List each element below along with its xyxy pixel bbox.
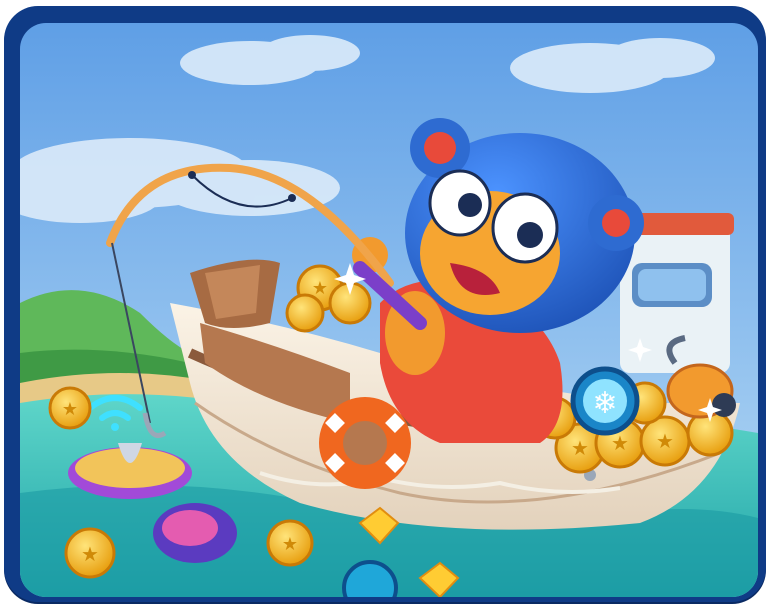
snowflake-icon: ❄ [570,366,640,436]
svg-text:★: ★ [81,542,99,566]
life-ring-icon [319,397,411,489]
game-illustration: ★ ★ ★ ★ ❄ ★ ★ ★ [20,23,758,597]
card-frame: ★ ★ ★ ★ ❄ ★ ★ ★ [4,6,766,602]
svg-text:❄: ❄ [592,386,617,421]
svg-text:★: ★ [571,436,589,460]
svg-text:★: ★ [312,278,328,299]
svg-text:★: ★ [282,534,298,555]
svg-text:★: ★ [611,431,629,455]
svg-text:★: ★ [62,399,78,420]
svg-text:★: ★ [656,429,674,453]
